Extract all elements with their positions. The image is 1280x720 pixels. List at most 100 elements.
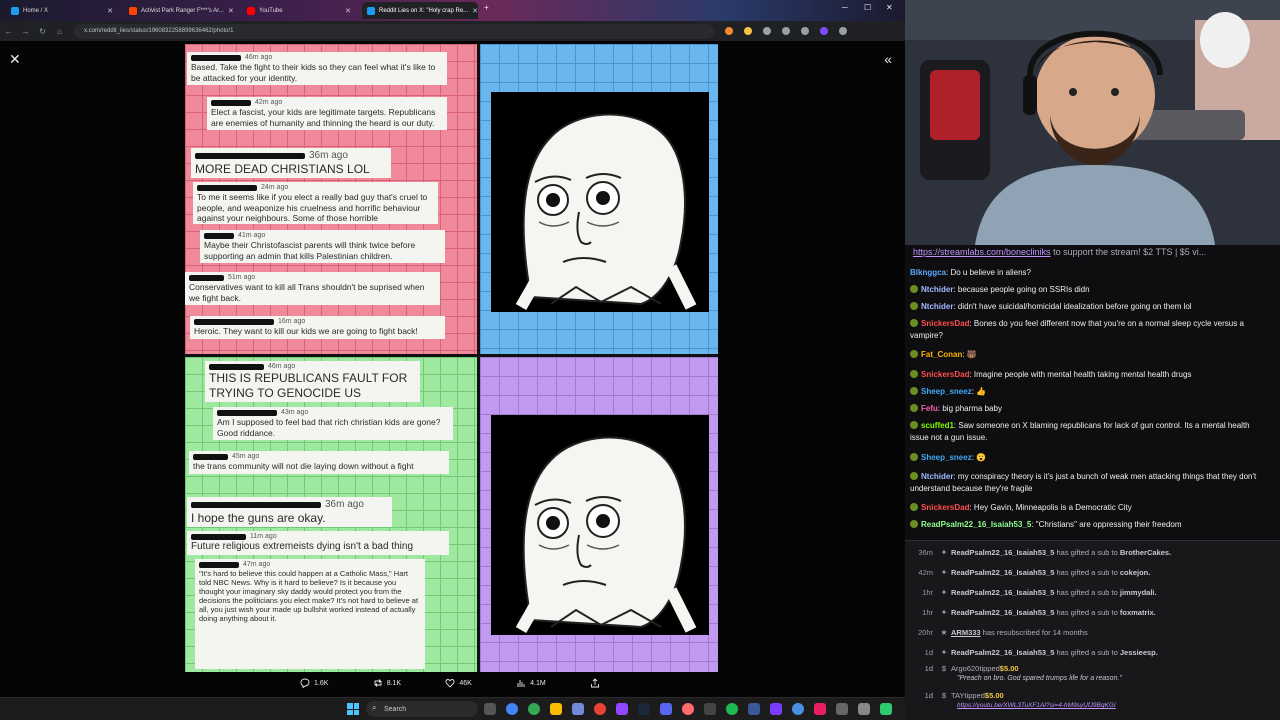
close-tab-icon[interactable]: ✕ [472,7,478,15]
subscriber-badge-icon [910,319,918,327]
steam-icon[interactable] [638,703,650,715]
back-button[interactable]: ← [0,27,17,36]
menu-icon[interactable] [839,27,847,35]
chat-username[interactable]: Ntchider [921,302,953,311]
close-tab-icon[interactable]: ✕ [228,7,234,15]
obs-icon[interactable] [682,703,694,715]
extension-icon[interactable] [744,27,752,35]
subscriber-badge-icon [910,453,918,461]
tab-reddit-post[interactable]: Activist Park Ranger F***'s Ar... ✕ [124,2,236,19]
chat-username[interactable]: Ntchider [921,472,953,481]
close-tab-icon[interactable]: ✕ [345,7,351,15]
chat-message: Sheep_sneez: 😮 [910,452,1270,464]
chat-username[interactable]: ReadPsalm22_16_Isaiah53_5 [921,520,1031,529]
chat-username[interactable]: Sheep_sneez [921,387,972,396]
subscriber-badge-icon [910,302,918,310]
activity-feed: 36m ✦ ReadPsalm22_16_Isaiah53_5 has gifte… [905,540,1280,720]
profile-avatar[interactable] [820,27,828,35]
tab-youtube[interactable]: YouTube ✕ [242,2,356,19]
twitch-icon[interactable] [616,703,628,715]
comment: 43m ago Am I supposed to feel bad that r… [213,407,453,440]
chat-message: Blknggca: Do u believe in aliens? [910,268,1031,277]
spotify-icon[interactable] [726,703,738,715]
app-icon[interactable] [814,703,826,715]
maximize-button[interactable]: ☐ [864,3,871,12]
comment: 47m ago "It's hard to believe this could… [195,559,425,669]
extension-icon[interactable] [725,27,733,35]
minimize-button[interactable]: ─ [842,3,848,12]
youtube-favicon-icon [247,6,255,15]
repost-button[interactable]: 8.1K [373,678,401,688]
windows-taskbar: ⌕ Search [0,697,905,720]
chat-username[interactable]: Ntchider [921,285,953,294]
app-icon[interactable] [880,703,892,715]
app-icon[interactable] [748,703,760,715]
views-button[interactable]: 4.1M [516,678,546,688]
app-icon[interactable] [792,703,804,715]
like-button[interactable]: 46K [445,678,472,688]
task-view-icon[interactable] [484,703,496,715]
extension-icon[interactable] [782,27,790,35]
tab-reddit-lies-x[interactable]: Reddit Lies on X: "Holy crap Re... ✕ [362,2,478,19]
activity-item: 36m ✦ ReadPsalm22_16_Isaiah53_5 has gifte… [918,547,1172,557]
reply-icon [300,678,310,688]
home-button[interactable]: ⌂ [51,27,68,36]
comment: 41m ago Maybe their Christofascist paren… [200,230,445,263]
app-icon[interactable] [858,703,870,715]
extensions-puzzle-icon[interactable] [801,27,809,35]
red-comments-panel: 46m ago Based. Take the fight to their k… [185,44,477,354]
tab-bar: Home / X ✕ Activist Park Ranger F***'s A… [0,0,905,21]
chat-message: Ntchider: my conspiracy theory is it's j… [910,472,1257,493]
repost-icon [374,679,382,687]
chat-username[interactable]: Fat_Conan [921,350,962,359]
activity-item: 1hr ✦ ReadPsalm22_16_Isaiah53_5 has gifte… [922,587,1157,597]
forward-button[interactable]: → [17,27,34,36]
chat-message: scuffed1: Saw someone on X blaming repub… [910,421,1250,442]
chat-username[interactable]: SnickersDad [921,370,969,379]
chat-username[interactable]: Blknggca [910,268,946,277]
wojak-face-icon [491,415,709,635]
chat-username[interactable]: scuffed1 [921,421,954,430]
views-chart-icon [517,680,525,687]
browser-icon[interactable] [528,703,540,715]
reply-button[interactable]: 1.6K [300,678,328,688]
chat-message: SnickersDad: Bones do you feel different… [910,319,1244,340]
activity-item: 1hr ✦ ReadPsalm22_16_Isaiah53_5 has gifte… [922,607,1156,617]
chat-message: SnickersDad: Hey Gavin, Minneapolis is a… [910,502,1270,514]
share-button[interactable] [590,678,600,688]
app-icon[interactable] [594,703,606,715]
app-icon[interactable] [660,703,672,715]
app-icon[interactable] [770,703,782,715]
streamer-webcam-image [905,0,1280,245]
file-explorer-icon[interactable] [550,703,562,715]
new-tab-button[interactable]: + [484,3,489,12]
taskbar-search[interactable]: ⌕ Search [366,701,478,717]
comment: 24m ago To me it seems like if you elect… [193,182,438,224]
extension-icon[interactable] [763,27,771,35]
url-field[interactable]: x.com/reddit_lies/status/196083225889963… [74,23,714,39]
close-icon[interactable]: ✕ [9,51,21,68]
app-icon[interactable] [836,703,848,715]
chat-message: Ntchider: because people going on SSRIs … [910,284,1270,296]
chat-username[interactable]: SnickersDad [921,503,969,512]
tab-home-x[interactable]: Home / X ✕ [6,2,118,19]
chat-username[interactable]: Fefu [921,404,938,413]
chat-username[interactable]: SnickersDad [921,319,969,328]
reload-button[interactable]: ↻ [34,27,51,36]
gift-icon: ✦ [940,547,948,557]
ticker-link[interactable]: https://streamlabs.com/bonecliniks [913,247,1051,257]
tip-link[interactable]: https://youtu.be/XWL3TuXF1AI?si=4-hM9syU… [905,702,1275,709]
subscriber-badge-icon [910,503,918,511]
app-icon[interactable] [704,703,716,715]
collapse-sidebar-icon[interactable]: « [884,51,892,67]
chat-username[interactable]: Sheep_sneez [921,453,972,462]
chrome-icon[interactable] [506,703,518,715]
close-window-button[interactable]: ✕ [886,3,893,12]
discord-icon[interactable] [572,703,584,715]
stream-chat-panel: https://streamlabs.com/bonecliniks to su… [905,245,1280,720]
activity-item: 20hr ★ ARM333 has resubscribed for 14 mon… [917,627,1088,637]
browser-window: Home / X ✕ Activist Park Ranger F***'s A… [0,0,905,720]
comment: 36m ago MORE DEAD CHRISTIANS LOL [191,148,391,179]
close-tab-icon[interactable]: ✕ [107,7,113,15]
start-button[interactable] [347,703,359,715]
